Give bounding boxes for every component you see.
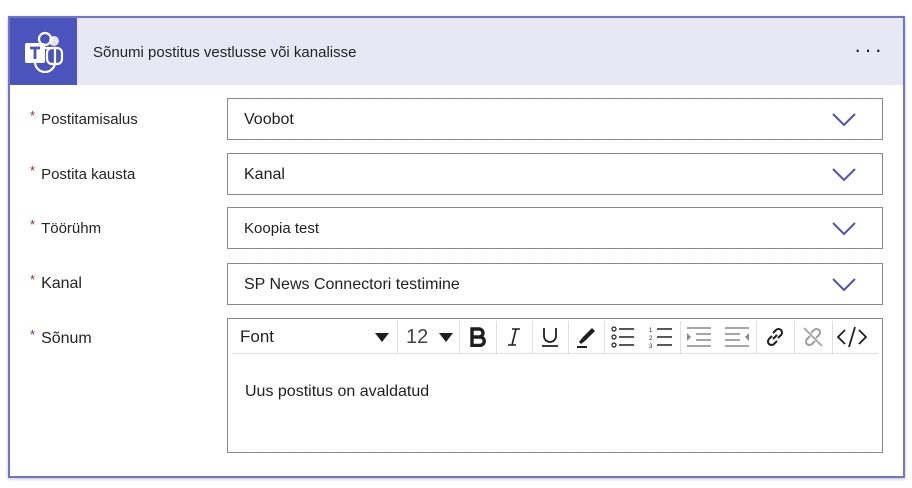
field-label-sonum: * Sõnum — [30, 327, 92, 347]
svg-text:3: 3 — [649, 344, 653, 348]
caret-down-icon — [375, 332, 389, 342]
dropdown-toorühm[interactable]: Koopia test — [227, 207, 883, 249]
chevron-down-icon — [832, 168, 856, 182]
unlink-icon[interactable] — [794, 321, 833, 353]
font-family-select[interactable]: Font — [232, 321, 398, 353]
teams-logo-icon — [10, 18, 77, 85]
increase-indent-icon[interactable] — [718, 321, 757, 353]
caret-down-icon — [439, 332, 453, 342]
message-content: Uus postitus on avaldatud — [245, 383, 430, 400]
required-marker: * — [30, 108, 36, 123]
required-marker: * — [30, 217, 36, 232]
font-size-select[interactable]: 12 — [398, 321, 460, 353]
dropdown-value: SP News Connectori testimine — [244, 276, 460, 293]
highlight-icon[interactable] — [568, 321, 605, 353]
bold-icon[interactable] — [460, 321, 497, 353]
editor-toolbar: Font 12 123 — [232, 321, 878, 354]
decrease-indent-icon[interactable] — [680, 321, 718, 353]
card-title: Sõnumi postitus vestlusse või kanalisse — [93, 44, 357, 61]
required-marker: * — [30, 163, 36, 178]
italic-icon[interactable] — [496, 321, 533, 353]
numbered-list-icon[interactable]: 1 2 3 — [642, 321, 681, 353]
required-marker: * — [30, 272, 36, 287]
card-header[interactable]: Sõnumi postitus vestlusse või kanalisse … — [10, 18, 903, 85]
field-label-toorühm: * Töörühm — [30, 217, 102, 237]
underline-icon[interactable] — [532, 321, 569, 353]
required-marker: * — [30, 327, 36, 342]
field-label-postita-kausta: * Postita kausta — [30, 163, 136, 183]
message-editor[interactable]: Font 12 123 Uus postitus on avaldatud — [227, 318, 883, 453]
more-options-icon[interactable]: ··· — [854, 39, 885, 61]
dropdown-kanal[interactable]: SP News Connectori testimine — [227, 263, 883, 305]
dropdown-postita-kausta[interactable]: Kanal — [227, 153, 883, 195]
dropdown-value: Koopia test — [244, 220, 320, 237]
svg-text:2: 2 — [649, 336, 653, 342]
bullet-list-icon[interactable] — [604, 321, 642, 353]
svg-text:1: 1 — [649, 328, 653, 334]
chevron-down-icon — [832, 278, 856, 292]
field-label-kanal: * Kanal — [30, 272, 82, 292]
link-icon[interactable] — [756, 321, 795, 353]
code-view-icon[interactable] — [832, 321, 872, 353]
chevron-down-icon — [832, 113, 856, 127]
dropdown-postitamisalus[interactable]: Voobot — [227, 98, 883, 140]
action-card: Sõnumi postitus vestlusse või kanalisse … — [8, 16, 905, 478]
dropdown-value: Kanal — [244, 166, 285, 183]
chevron-down-icon — [832, 222, 856, 236]
dropdown-value: Voobot — [244, 111, 294, 128]
field-label-postitamisalus: * Postitamisalus — [30, 108, 138, 128]
